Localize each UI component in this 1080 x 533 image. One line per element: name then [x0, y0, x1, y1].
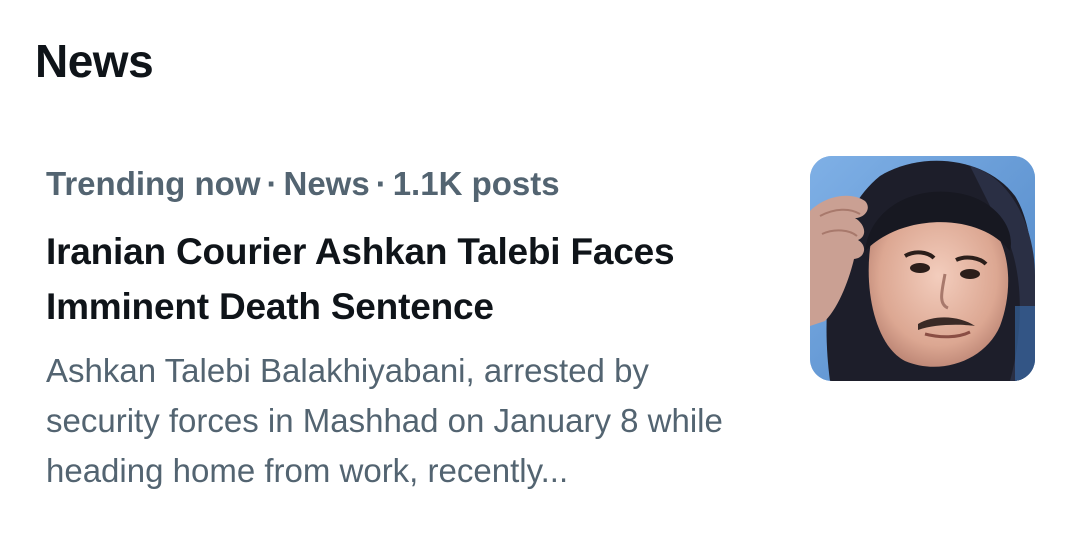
story-summary: Ashkan Talebi Balakhiyabani, arrested by…: [46, 352, 723, 489]
portrait-photo-icon: [810, 156, 1035, 381]
meta-separator: ·: [266, 165, 278, 202]
story-thumbnail[interactable]: [810, 156, 1035, 381]
story-category: News: [283, 165, 370, 202]
story-meta: Trending now · News · 1.1K posts: [46, 164, 560, 204]
news-story-card[interactable]: Trending now · News · 1.1K posts Iranian Cou…: [0, 140, 1080, 500]
post-count: 1.1K posts: [392, 165, 560, 202]
trending-status: Trending now: [46, 165, 261, 202]
story-headline[interactable]: Iranian Courier Ashkan Talebi Faces Immi…: [46, 224, 786, 334]
section-title: News: [35, 35, 154, 87]
meta-separator: ·: [375, 165, 387, 202]
